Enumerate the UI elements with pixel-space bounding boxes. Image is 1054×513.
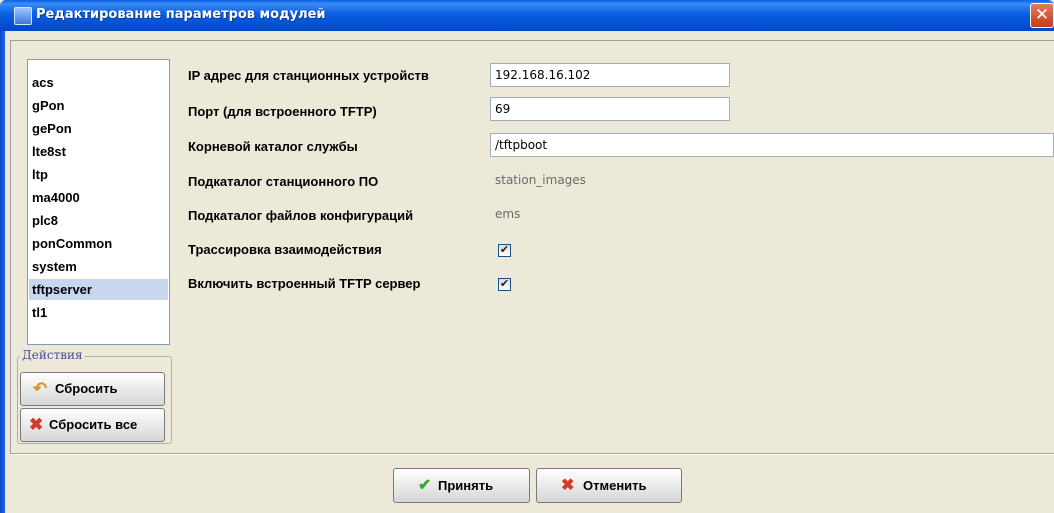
close-button[interactable]: ✕ xyxy=(1030,3,1054,28)
ip-address-label: IP адрес для станционных устройств xyxy=(188,68,429,83)
green-check-icon: ✔ xyxy=(418,477,432,494)
reset-button-label: Сбросить xyxy=(55,381,118,396)
list-item[interactable]: gePon xyxy=(29,118,168,139)
title-bar[interactable]: Редактирование параметров модулей ✕ xyxy=(0,0,1054,31)
trace-checkbox[interactable]: ✔ xyxy=(498,244,511,257)
footer-divider-highlight xyxy=(10,454,1054,455)
root-dir-input[interactable] xyxy=(490,133,1054,157)
list-item[interactable]: ponCommon xyxy=(29,233,168,254)
reset-all-button-label: Сбросить все xyxy=(49,417,138,432)
checkmark-icon: ✔ xyxy=(499,278,510,290)
list-item[interactable]: ma4000 xyxy=(29,187,168,208)
cancel-button-label: Отменить xyxy=(583,478,647,493)
station-dir-label: Подкаталог станционного ПО xyxy=(188,174,379,189)
cancel-button[interactable]: ✖ Отменить xyxy=(536,468,682,503)
root-dir-label: Корневой каталог службы xyxy=(188,139,358,154)
list-item[interactable]: acs xyxy=(29,72,168,93)
list-item[interactable]: ltp xyxy=(29,164,168,185)
list-item[interactable]: lte8st xyxy=(29,141,168,162)
list-item[interactable]: system xyxy=(29,256,168,277)
window-icon xyxy=(14,7,32,25)
window-title: Редактирование параметров модулей xyxy=(36,7,326,22)
tftp-port-input[interactable] xyxy=(490,97,730,121)
tftp-port-label: Порт (для встроенного TFTP) xyxy=(188,104,377,119)
list-item-selected[interactable]: tftpserver xyxy=(29,279,168,300)
ip-address-input[interactable] xyxy=(490,63,730,87)
list-item[interactable]: plc8 xyxy=(29,210,168,231)
actions-legend: Действия xyxy=(20,348,85,362)
accept-button[interactable]: ✔ Принять xyxy=(393,468,530,503)
accept-button-label: Принять xyxy=(438,478,494,493)
undo-arrow-icon: ↶ xyxy=(33,379,48,398)
reset-button[interactable]: ↶ Сбросить xyxy=(20,372,165,406)
modules-list[interactable]: acs gPon gePon lte8st ltp ma4000 plc8 po… xyxy=(27,59,170,345)
red-x-icon: ✖ xyxy=(561,477,575,494)
tftp-enable-checkbox[interactable]: ✔ xyxy=(498,278,511,291)
tftp-enable-label: Включить встроенный TFTP сервер xyxy=(188,276,421,291)
checkmark-icon: ✔ xyxy=(499,244,510,256)
red-x-icon: ✖ xyxy=(29,415,44,434)
dialog-window: Редактирование параметров модулей ✕ acs … xyxy=(0,0,1054,513)
list-item[interactable]: tl1 xyxy=(29,302,168,323)
station-dir-input[interactable] xyxy=(490,168,790,192)
trace-label: Трассировка взаимодействия xyxy=(188,242,382,257)
list-item[interactable]: gPon xyxy=(29,95,168,116)
config-dir-label: Подкаталог файлов конфигураций xyxy=(188,208,414,223)
reset-all-button[interactable]: ✖ Сбросить все xyxy=(20,408,165,442)
config-dir-input[interactable] xyxy=(490,202,790,226)
window-frame-left xyxy=(0,31,5,513)
